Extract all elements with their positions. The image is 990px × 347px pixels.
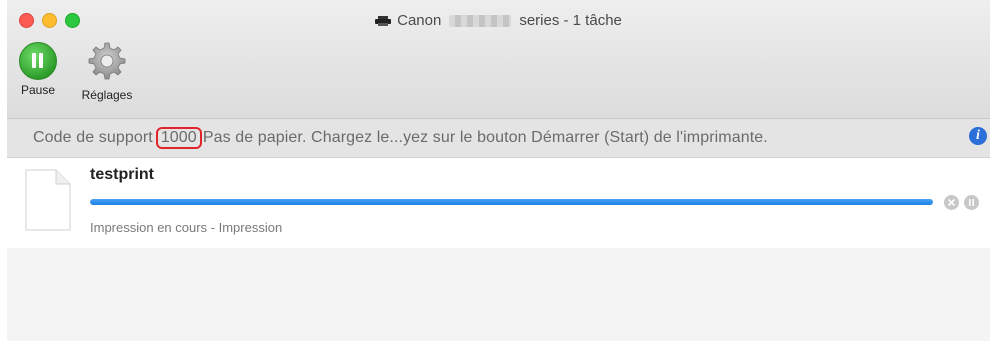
cancel-icon xyxy=(948,199,955,206)
hold-job-button[interactable] xyxy=(964,195,979,210)
settings-button[interactable]: Réglages xyxy=(69,42,145,102)
support-code: 1000 xyxy=(155,127,202,149)
redacted-model xyxy=(449,15,512,28)
job-name: testprint xyxy=(90,166,154,183)
status-detail: Pas de papier. Chargez le...yez sur le b… xyxy=(202,129,768,146)
printer-icon xyxy=(375,16,392,27)
job-row[interactable]: testprint Impression en cours - Impressi… xyxy=(7,158,990,248)
pause-icon xyxy=(19,42,57,80)
pause-label: Pause xyxy=(20,83,56,97)
pause-icon xyxy=(969,199,974,206)
document-icon xyxy=(25,169,71,231)
job-progress-fill xyxy=(90,199,933,205)
settings-label: Réglages xyxy=(81,88,133,102)
pause-button[interactable]: Pause xyxy=(13,42,63,97)
title-prefix: Canon xyxy=(397,12,442,29)
job-status: Impression en cours - Impression xyxy=(90,220,283,235)
status-bar: Code de support 1000 Pas de papier. Charge… xyxy=(7,119,990,158)
title-suffix: series - 1 tâche xyxy=(519,12,622,29)
support-code-prefix: Code de support xyxy=(33,129,153,146)
status-message: Code de support 1000 Pas de papier. Charge… xyxy=(33,127,768,149)
info-icon[interactable]: i xyxy=(969,127,987,145)
print-queue-window: Canon series - 1 tâche Pause Réglages Co… xyxy=(7,0,990,347)
job-progress-bar xyxy=(90,199,933,205)
toolbar-area: Canon series - 1 tâche Pause Réglages xyxy=(7,0,990,119)
job-list-empty-area xyxy=(7,248,990,341)
window-title: Canon series - 1 tâche xyxy=(7,12,990,29)
cancel-job-button[interactable] xyxy=(944,195,959,210)
gear-icon xyxy=(88,42,126,80)
